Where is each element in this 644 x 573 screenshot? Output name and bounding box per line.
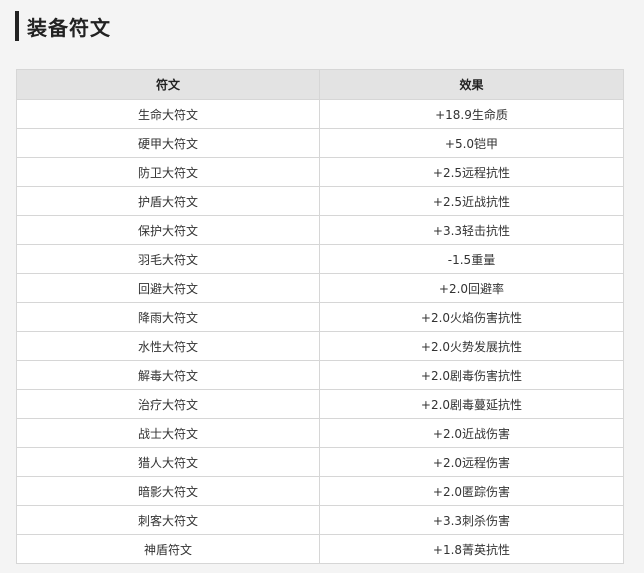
rune-name-cell: 回避大符文 [16, 273, 320, 303]
rune-name-cell: 降雨大符文 [16, 302, 320, 332]
rune-effect-cell: +2.0远程伤害 [319, 447, 624, 477]
rune-name-cell: 神盾符文 [16, 534, 320, 564]
rune-effect-cell: +2.0火势发展抗性 [319, 331, 624, 361]
table-row: 刺客大符文 +3.3刺杀伤害 [16, 505, 624, 535]
table-row: 羽毛大符文 -1.5重量 [16, 244, 624, 274]
rune-name-cell: 刺客大符文 [16, 505, 320, 535]
table-row: 护盾大符文 +2.5近战抗性 [16, 186, 624, 216]
rune-effect-cell: +2.0回避率 [319, 273, 624, 303]
rune-effect-cell: -1.5重量 [319, 244, 624, 274]
rune-name-cell: 生命大符文 [16, 99, 320, 129]
rune-effect-cell: +2.5远程抗性 [319, 157, 624, 187]
table-row: 神盾符文 +1.8菁英抗性 [16, 534, 624, 564]
rune-effect-cell: +3.3轻击抗性 [319, 215, 624, 245]
table-row: 防卫大符文 +2.5远程抗性 [16, 157, 624, 187]
column-header-rune: 符文 [16, 69, 320, 100]
rune-effect-cell: +2.0火焰伤害抗性 [319, 302, 624, 332]
rune-effect-cell: +2.0剧毒伤害抗性 [319, 360, 624, 390]
rune-name-cell: 护盾大符文 [16, 186, 320, 216]
table-row: 战士大符文 +2.0近战伤害 [16, 418, 624, 448]
table-row: 生命大符文 +18.9生命质 [16, 99, 624, 129]
table-row: 降雨大符文 +2.0火焰伤害抗性 [16, 302, 624, 332]
page-title-bar: 装备符文 [15, 11, 111, 41]
rune-effect-cell: +2.0剧毒蔓延抗性 [319, 389, 624, 419]
rune-name-cell: 解毒大符文 [16, 360, 320, 390]
rune-name-cell: 暗影大符文 [16, 476, 320, 506]
rune-effect-cell: +3.3刺杀伤害 [319, 505, 624, 535]
rune-effect-cell: +1.8菁英抗性 [319, 534, 624, 564]
rune-effect-cell: +5.0铠甲 [319, 128, 624, 158]
rune-effect-cell: +2.0近战伤害 [319, 418, 624, 448]
table-row: 暗影大符文 +2.0匿踪伤害 [16, 476, 624, 506]
rune-name-cell: 防卫大符文 [16, 157, 320, 187]
rune-name-cell: 水性大符文 [16, 331, 320, 361]
rune-effect-cell: +2.0匿踪伤害 [319, 476, 624, 506]
rune-name-cell: 猎人大符文 [16, 447, 320, 477]
column-header-effect: 效果 [319, 69, 624, 100]
rune-name-cell: 保护大符文 [16, 215, 320, 245]
rune-effect-cell: +18.9生命质 [319, 99, 624, 129]
table-row: 猎人大符文 +2.0远程伤害 [16, 447, 624, 477]
page-title: 装备符文 [27, 15, 111, 40]
table-row: 回避大符文 +2.0回避率 [16, 273, 624, 303]
table-row: 解毒大符文 +2.0剧毒伤害抗性 [16, 360, 624, 390]
rune-name-cell: 战士大符文 [16, 418, 320, 448]
rune-name-cell: 羽毛大符文 [16, 244, 320, 274]
rune-effect-cell: +2.5近战抗性 [319, 186, 624, 216]
table-row: 保护大符文 +3.3轻击抗性 [16, 215, 624, 245]
table-header-row: 符文 效果 [16, 69, 624, 100]
table-body: 生命大符文 +18.9生命质 硬甲大符文 +5.0铠甲 防卫大符文 +2.5远程抗性 护盾大… [16, 99, 624, 564]
rune-name-cell: 硬甲大符文 [16, 128, 320, 158]
table-row: 水性大符文 +2.0火势发展抗性 [16, 331, 624, 361]
rune-table: 符文 效果 生命大符文 +18.9生命质 硬甲大符文 +5.0铠甲 防卫大符文 +2.5远… [16, 69, 624, 564]
title-accent-bar [15, 11, 19, 41]
table-row: 硬甲大符文 +5.0铠甲 [16, 128, 624, 158]
table-row: 治疗大符文 +2.0剧毒蔓延抗性 [16, 389, 624, 419]
rune-name-cell: 治疗大符文 [16, 389, 320, 419]
